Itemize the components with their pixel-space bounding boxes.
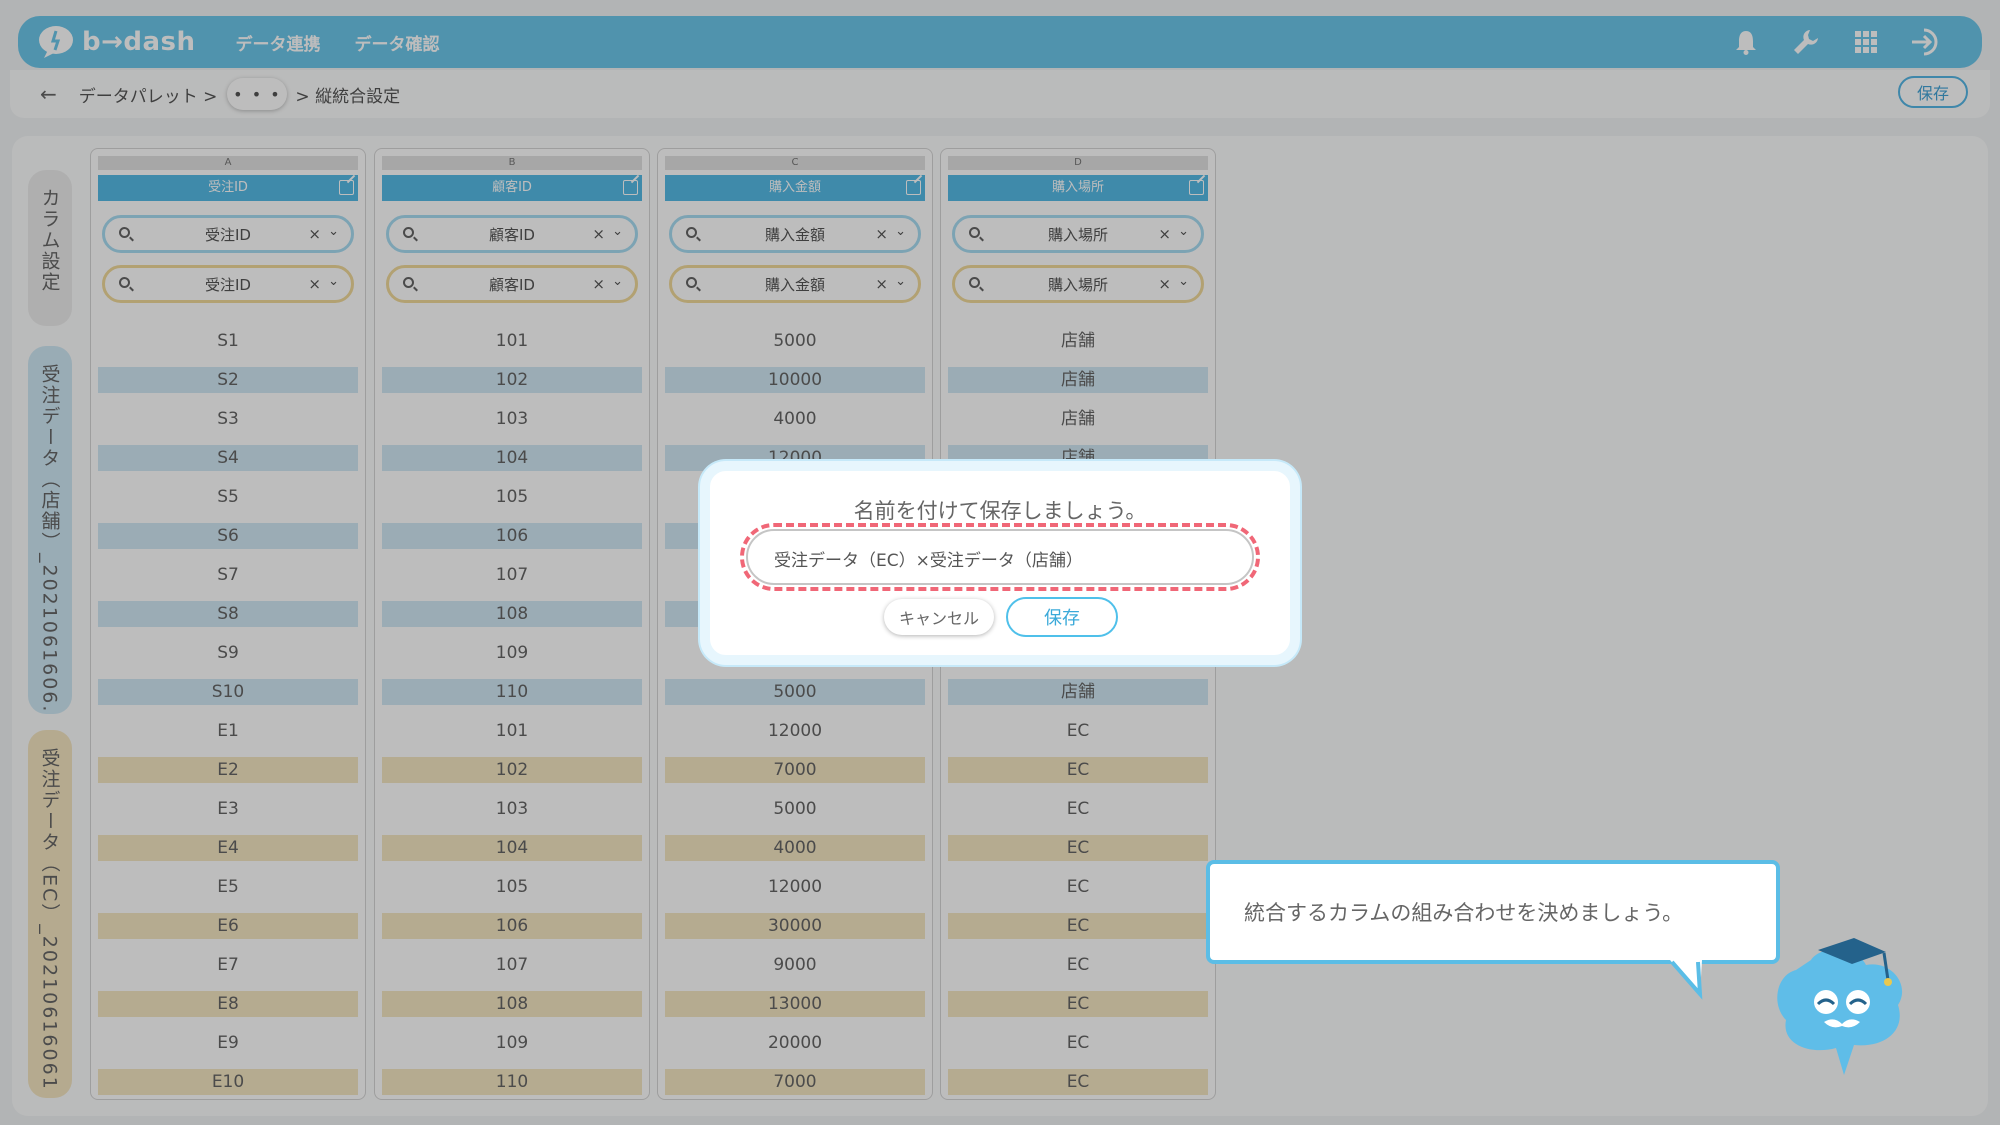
save-name-input[interactable]: [774, 545, 1214, 571]
save-button[interactable]: 保存: [1006, 597, 1118, 637]
dialog-title: 名前を付けて保存しましょう。: [853, 499, 1147, 523]
hint-text: 統合するカラムの組み合わせを決めましょう。: [1244, 901, 1684, 925]
save-name-dialog: 名前を付けて保存しましょう。 キャンセル 保存: [700, 461, 1300, 665]
hint-speech-bubble: 統合するカラムの組み合わせを決めましょう。: [1206, 860, 1780, 964]
speech-bubble-tail: [1670, 960, 1703, 1000]
save-name-field[interactable]: [746, 529, 1254, 585]
brain-mascot-icon: [1777, 938, 1903, 1075]
cancel-button[interactable]: キャンセル: [884, 599, 994, 635]
